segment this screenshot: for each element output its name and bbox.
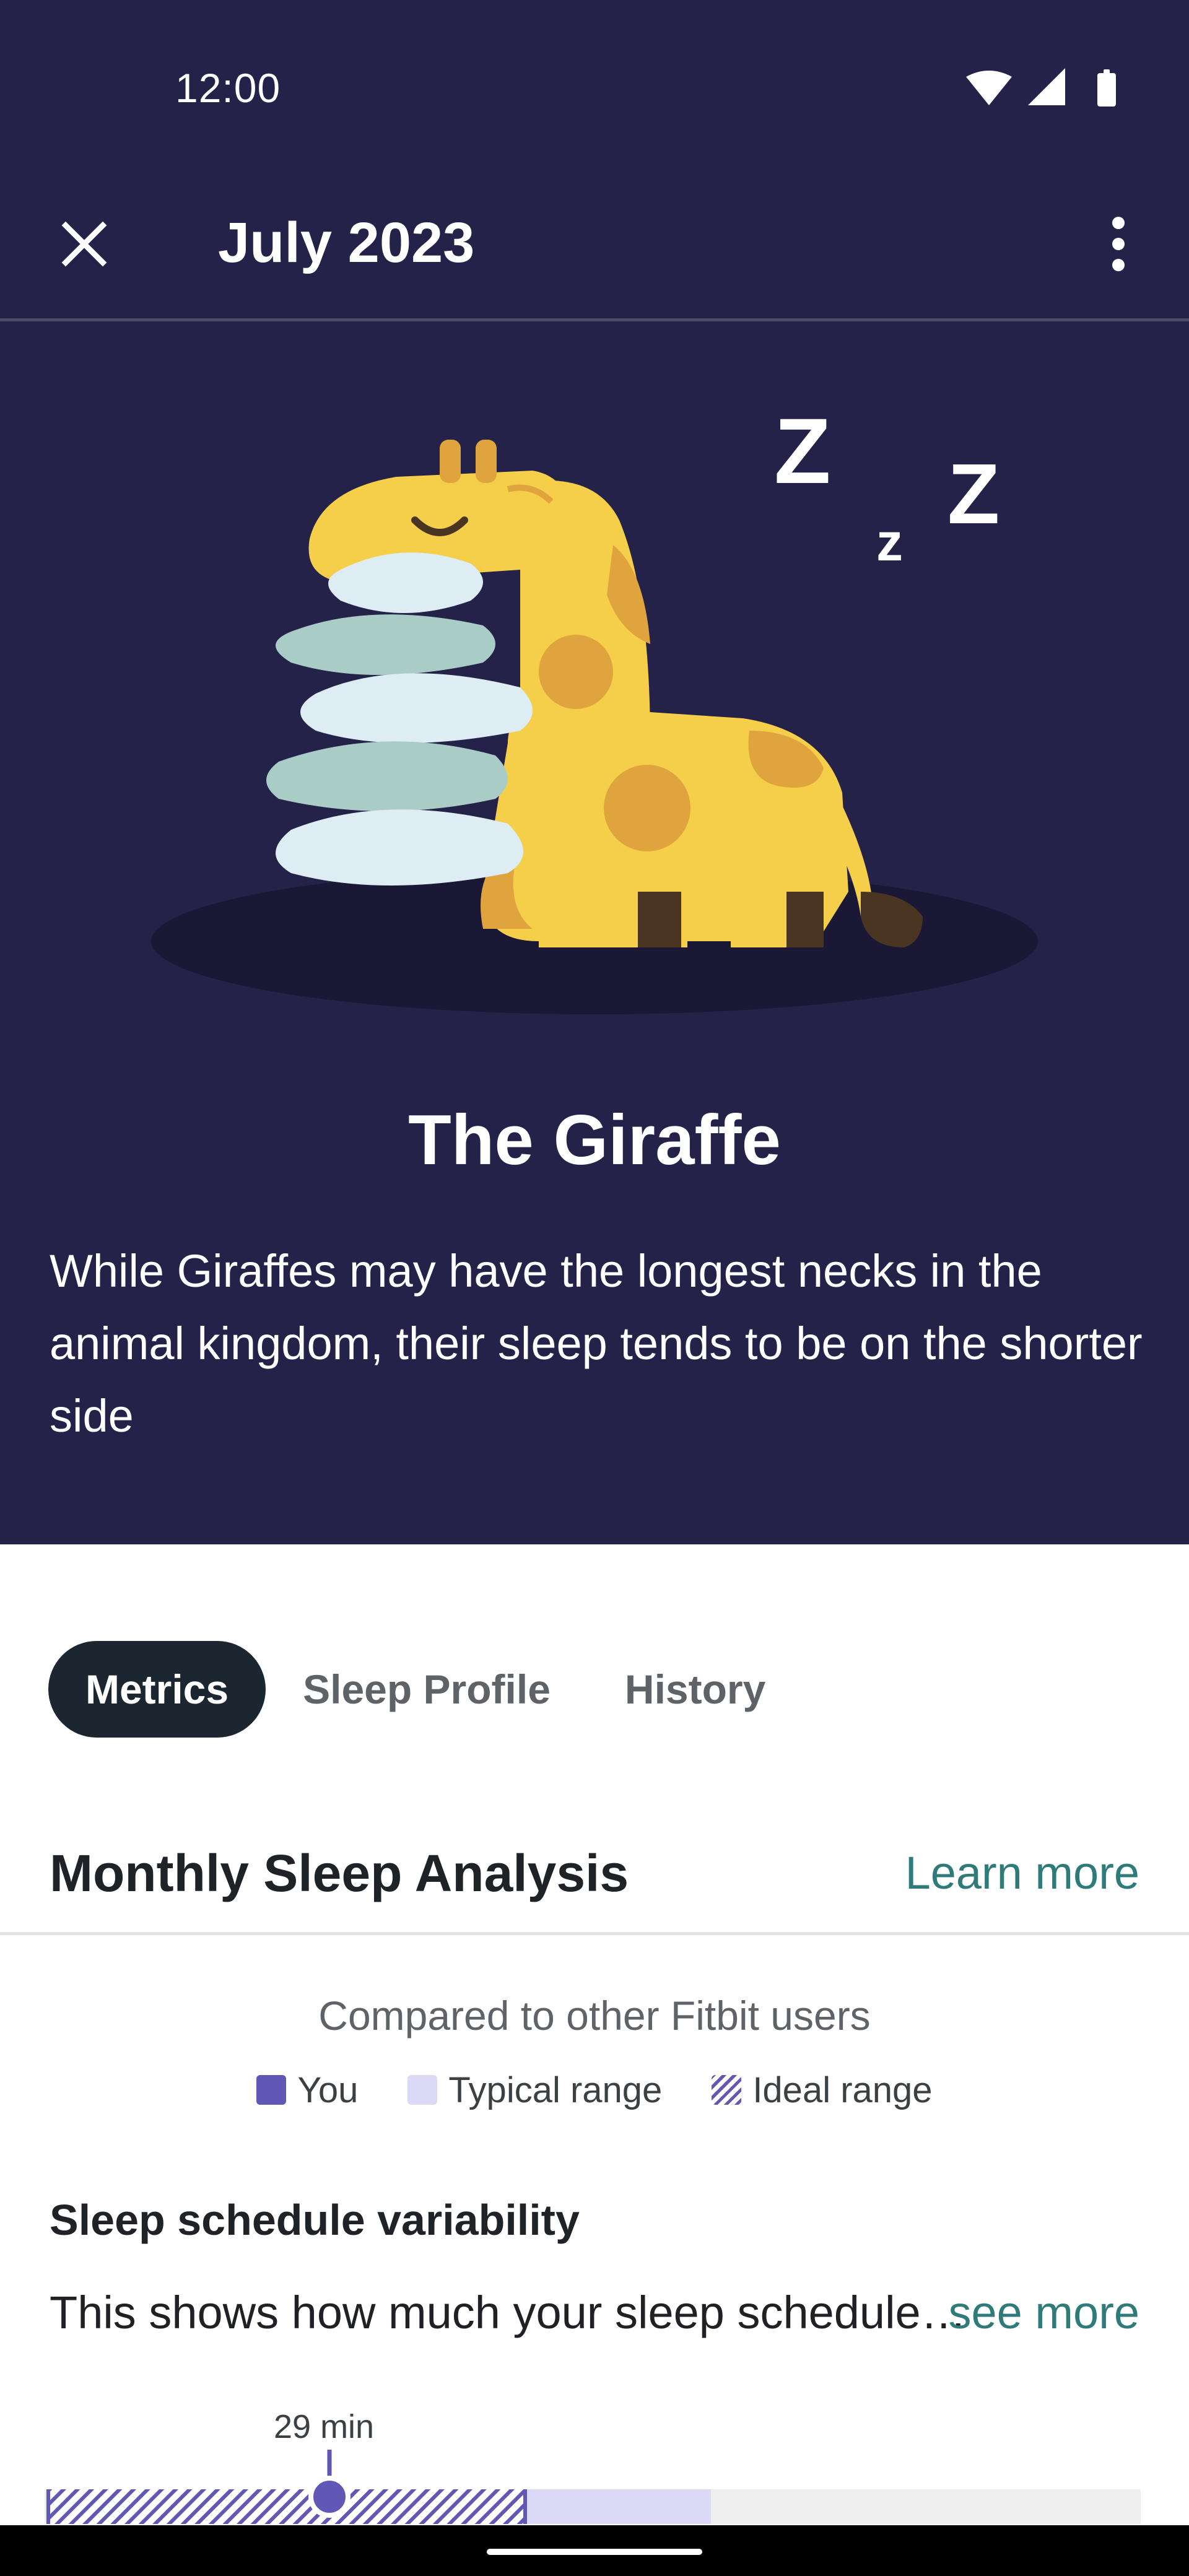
see-more-link[interactable]: see more xyxy=(949,2279,1139,2347)
section-divider xyxy=(0,1932,1189,1935)
typical-range-bar xyxy=(525,2489,711,2524)
legend-label: Typical range xyxy=(448,2069,663,2110)
sleep-z-letter: Z xyxy=(774,399,831,503)
chart-legend: You Typical range Ideal range xyxy=(0,2068,1189,2112)
app-bar: July 2023 xyxy=(0,186,1189,320)
status-bar: 12:00 xyxy=(0,0,1189,186)
close-button[interactable] xyxy=(50,209,119,279)
tab-history[interactable]: History xyxy=(588,1641,803,1738)
comparison-caption: Compared to other Fitbit users xyxy=(318,1993,871,2039)
status-icons xyxy=(966,67,1133,110)
legend-label: Ideal range xyxy=(752,2069,933,2110)
your-value-marker xyxy=(308,2476,351,2518)
system-navigation-bar xyxy=(0,2525,1189,2576)
battery-icon xyxy=(1097,69,1116,107)
home-gesture-handle[interactable] xyxy=(487,2549,702,2555)
persona-description: While Giraffes may have the longest neck… xyxy=(50,1245,1143,1442)
tab-metrics[interactable]: Metrics xyxy=(48,1641,266,1738)
status-time: 12:00 xyxy=(175,65,281,111)
app-bar-title: July 2023 xyxy=(218,211,475,274)
sleep-profile-screen: 12:00 July 2023 Z z Z The Giraffe While … xyxy=(0,0,1189,2576)
persona-title: The Giraffe xyxy=(408,1101,781,1180)
legend-item-you: You xyxy=(256,2068,358,2112)
more-vert-icon xyxy=(1112,217,1125,271)
legend-swatch-ideal xyxy=(712,2075,742,2105)
app-bar-divider xyxy=(0,318,1189,321)
legend-item-ideal-range: Ideal range xyxy=(712,2068,933,2112)
legend-label: You xyxy=(297,2069,359,2110)
section-title: Monthly Sleep Analysis xyxy=(50,1844,629,1902)
legend-item-typical-range: Typical range xyxy=(407,2068,662,2112)
variability-range-bar xyxy=(45,2450,1141,2524)
tab-sleep-profile[interactable]: Sleep Profile xyxy=(266,1641,588,1738)
monthly-analysis-header: Monthly Sleep Analysis Learn more xyxy=(50,1839,1139,1907)
wifi-icon xyxy=(966,71,1012,105)
legend-swatch-typical xyxy=(407,2075,438,2105)
metric-description-row: This shows how much your sleep schedule … xyxy=(50,2279,1139,2347)
learn-more-link[interactable]: Learn more xyxy=(905,1839,1139,1907)
ideal-range-bar xyxy=(48,2489,525,2524)
tab-bar: Metrics Sleep Profile History xyxy=(48,1641,803,1738)
giraffe-illustration: Z z Z xyxy=(136,396,1053,1028)
hero-section: 12:00 July 2023 Z z Z The Giraffe While … xyxy=(0,0,1189,1544)
your-value-label: 29 min xyxy=(274,2408,375,2445)
sleep-z-letter: Z xyxy=(947,446,1000,542)
signal-icon xyxy=(1028,68,1065,105)
close-icon xyxy=(61,221,107,267)
metric-description: This shows how much your sleep schedule … xyxy=(50,2287,978,2338)
sleep-z-letter: z xyxy=(876,513,903,572)
more-options-button[interactable] xyxy=(1084,209,1153,279)
metric-title: Sleep schedule variability xyxy=(50,2196,580,2244)
legend-swatch-you xyxy=(256,2075,287,2105)
